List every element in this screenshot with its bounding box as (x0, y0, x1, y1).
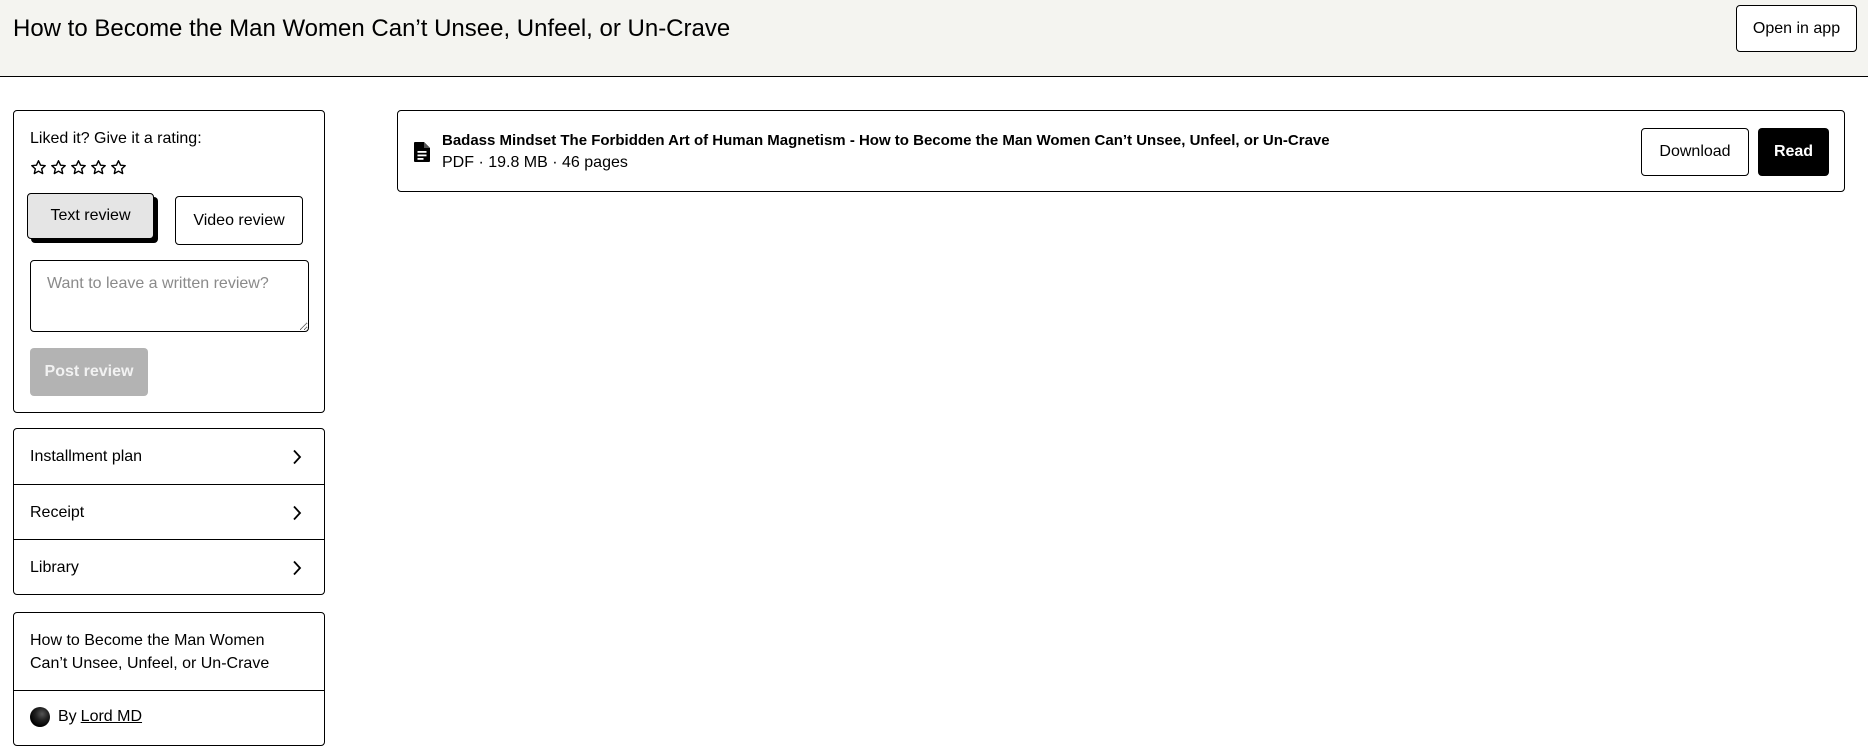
star-icon[interactable] (30, 159, 47, 176)
file-meta: PDF · 19.8 MB · 46 pages (442, 154, 628, 171)
document-icon (413, 141, 431, 163)
product-info-card: How to Become the Man Women Can’t Unsee,… (13, 612, 325, 746)
star-icon[interactable] (70, 159, 87, 176)
star-icon[interactable] (50, 159, 67, 176)
menu-item-label: Receipt (30, 504, 85, 521)
top-bar: How to Become the Man Women Can’t Unsee,… (0, 0, 1868, 77)
rating-prompt: Liked it? Give it a rating: (30, 130, 202, 147)
avatar (30, 707, 50, 727)
text-review-tab[interactable]: Text review (27, 193, 154, 239)
file-name: Badass Mindset The Forbidden Art of Huma… (442, 132, 1330, 149)
product-title: How to Become the Man Women Can’t Unsee,… (30, 632, 270, 672)
post-review-button[interactable]: Post review (30, 348, 148, 396)
purchase-menu: Installment plan Receipt Library (13, 428, 325, 595)
menu-item-installment-plan[interactable]: Installment plan (14, 429, 324, 484)
open-in-app-button[interactable]: Open in app (1736, 5, 1857, 52)
review-input[interactable] (30, 260, 309, 332)
chevron-right-icon (292, 560, 302, 576)
star-rating (30, 159, 127, 176)
star-icon[interactable] (110, 159, 127, 176)
by-label: By (58, 708, 77, 725)
star-icon[interactable] (90, 159, 107, 176)
creator-link[interactable]: Lord MD (81, 707, 142, 727)
divider (14, 690, 324, 691)
menu-item-label: Installment plan (30, 448, 143, 465)
chevron-right-icon (292, 449, 302, 465)
download-button[interactable]: Download (1641, 128, 1749, 176)
menu-item-receipt[interactable]: Receipt (14, 484, 324, 539)
rating-card: Liked it? Give it a rating: Text review … (13, 110, 325, 413)
chevron-right-icon (292, 505, 302, 521)
menu-item-label: Library (30, 559, 79, 576)
read-button[interactable]: Read (1758, 128, 1829, 176)
page-title: How to Become the Man Women Can’t Unsee,… (13, 15, 731, 42)
video-review-tab[interactable]: Video review (175, 196, 303, 245)
file-row: Badass Mindset The Forbidden Art of Huma… (397, 110, 1845, 192)
creator-row: By Lord MD (30, 707, 142, 727)
menu-item-library[interactable]: Library (14, 539, 324, 594)
